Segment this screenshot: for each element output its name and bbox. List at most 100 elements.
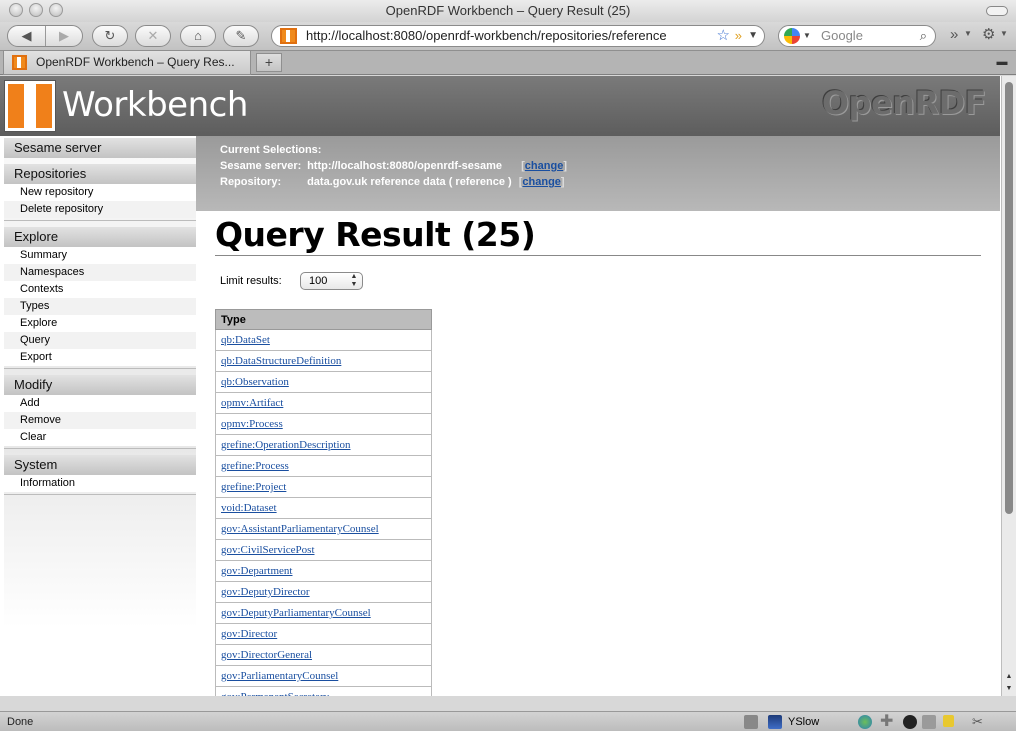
search-box[interactable]: ▼ Google ⌕ — [778, 25, 936, 47]
google-engine-icon[interactable] — [784, 28, 800, 44]
sidebar-item-export[interactable]: Export — [4, 349, 196, 366]
type-link[interactable]: qb:DataStructureDefinition — [221, 355, 341, 367]
sidebar-item-contexts[interactable]: Contexts — [4, 281, 196, 298]
settings-icon[interactable]: ⚙ — [982, 25, 995, 43]
stop-icon[interactable]: ✕ — [135, 25, 171, 47]
type-link[interactable]: gov:Director — [221, 628, 277, 640]
evernote-icon[interactable]: ✎ — [223, 25, 259, 47]
type-link[interactable]: gov:PermanentSecretary — [221, 691, 329, 696]
type-link[interactable]: qb:DataSet — [221, 334, 270, 346]
sidebar-item-new-repository[interactable]: New repository — [4, 184, 196, 201]
window-titlebar: OpenRDF Workbench – Query Result (25) — [0, 0, 1016, 22]
table-row: gov:CivilServicePost — [215, 539, 432, 561]
sidebar-divider — [4, 366, 196, 369]
type-link[interactable]: gov:DeputyParliamentaryCounsel — [221, 607, 371, 619]
sidebar-heading-modify[interactable]: Modify — [4, 375, 196, 395]
scissors-icon[interactable]: ✂ — [972, 712, 983, 731]
sidebar-item-namespaces[interactable]: Namespaces — [4, 264, 196, 281]
sidebar-heading-repositories[interactable]: Repositories — [4, 164, 196, 184]
sidebar-item-query[interactable]: Query — [4, 332, 196, 349]
firebug-icon[interactable] — [903, 715, 917, 729]
workbench-logo-icon[interactable] — [4, 80, 56, 132]
type-link[interactable]: gov:AssistantParliamentaryCounsel — [221, 523, 379, 535]
sidebar-heading-explore[interactable]: Explore — [4, 227, 196, 247]
sidebar-item-add[interactable]: Add — [4, 395, 196, 412]
address-bar[interactable]: http://localhost:8080/openrdf-workbench/… — [271, 25, 765, 47]
sidebar-item-remove[interactable]: Remove — [4, 412, 196, 429]
table-cell: opmv:Artifact — [215, 392, 432, 414]
globe-icon[interactable] — [858, 715, 872, 729]
table-row: grefine:OperationDescription — [215, 434, 432, 456]
forward-icon[interactable]: ▶ — [46, 26, 82, 46]
type-link[interactable]: gov:DirectorGeneral — [221, 649, 312, 661]
close-window-button[interactable] — [9, 3, 23, 17]
tab-label: OpenRDF Workbench – Query Res... — [36, 55, 235, 69]
type-link[interactable]: gov:CivilServicePost — [221, 544, 315, 556]
table-cell: grefine:OperationDescription — [215, 434, 432, 456]
type-link[interactable]: opmv:Process — [221, 418, 283, 430]
overflow-dropdown-icon[interactable]: ▼ — [964, 29, 972, 38]
settings-dropdown-icon[interactable]: ▼ — [1000, 29, 1008, 38]
sidebar-heading-sesame-server[interactable]: Sesame server — [4, 138, 196, 158]
type-link[interactable]: gov:DeputyDirector — [221, 586, 310, 598]
window-stack-icon[interactable] — [922, 715, 936, 729]
repository-value: data.gov.uk reference data ( reference ) — [307, 176, 512, 188]
sidebar-item-clear[interactable]: Clear — [4, 429, 196, 446]
chevron-down-icon[interactable]: ▼ — [803, 26, 811, 46]
type-link[interactable]: void:Dataset — [221, 502, 277, 514]
overflow-icon[interactable]: » — [950, 26, 958, 43]
zoom-window-button[interactable] — [49, 3, 63, 17]
sidebar-item-delete-repository[interactable]: Delete repository — [4, 201, 196, 218]
type-link[interactable]: gov:Department — [221, 565, 292, 577]
scrollbar-thumb[interactable] — [1005, 82, 1013, 514]
type-link[interactable]: opmv:Artifact — [221, 397, 283, 409]
sidebar-item-explore[interactable]: Explore — [4, 315, 196, 332]
reload-icon[interactable]: ↻ — [92, 25, 128, 47]
type-link[interactable]: gov:ParliamentaryCounsel — [221, 670, 338, 682]
table-cell: gov:Director — [215, 623, 432, 645]
plus-icon[interactable]: ✚ — [880, 712, 893, 731]
status-text: Done — [7, 716, 34, 728]
tab-list-icon[interactable]: ▬ — [992, 54, 1012, 71]
sidebar-heading-system[interactable]: System — [4, 455, 196, 475]
limit-results-value: 100 — [309, 275, 328, 287]
logo-text[interactable]: Workbench — [62, 85, 248, 125]
addon-icon[interactable] — [744, 715, 758, 729]
table-cell: gov:DeputyDirector — [215, 581, 432, 603]
column-header-type[interactable]: Type — [215, 309, 432, 330]
url-text[interactable]: http://localhost:8080/openrdf-workbench/… — [306, 26, 696, 46]
limit-results-select[interactable]: 100 ▲ ▼ — [300, 272, 363, 290]
page-scrollbar[interactable]: ▲ ▼ — [1001, 76, 1016, 696]
sidebar-item-information[interactable]: Information — [4, 475, 196, 492]
rss-icon[interactable]: » — [735, 26, 742, 46]
type-link[interactable]: grefine:OperationDescription — [221, 439, 351, 451]
home-icon[interactable]: ⌂ — [180, 25, 216, 47]
table-row: void:Dataset — [215, 497, 432, 519]
p-badge-icon[interactable] — [943, 715, 954, 727]
page-viewport: Workbench OpenRDF Sesame server Reposito… — [0, 76, 1016, 696]
search-icon[interactable]: ⌕ — [920, 26, 927, 46]
scroll-up-icon[interactable]: ▲ — [1003, 673, 1015, 680]
sidebar-item-summary[interactable]: Summary — [4, 247, 196, 264]
table-cell: gov:PermanentSecretary — [215, 686, 432, 696]
change-server-link[interactable]: change — [525, 160, 564, 172]
search-input[interactable]: Google — [821, 26, 863, 46]
type-link[interactable]: qb:Observation — [221, 376, 289, 388]
change-repository-link[interactable]: change — [522, 176, 561, 188]
table-row: grefine:Project — [215, 476, 432, 498]
minimize-window-button[interactable] — [29, 3, 43, 17]
yslow-icon[interactable] — [768, 715, 782, 729]
url-dropdown-icon[interactable]: ▼ — [748, 26, 758, 46]
server-label: Sesame server: — [220, 160, 302, 172]
yslow-label[interactable]: YSlow — [788, 712, 819, 731]
back-icon[interactable]: ◀ — [8, 26, 46, 46]
new-tab-button[interactable]: + — [256, 53, 282, 72]
bookmark-star-icon[interactable]: ☆ — [717, 26, 730, 46]
toolbar-toggle-button[interactable] — [986, 6, 1008, 16]
page-title: Query Result (25) — [215, 215, 981, 256]
sidebar-item-types[interactable]: Types — [4, 298, 196, 315]
scroll-down-icon[interactable]: ▼ — [1003, 685, 1015, 692]
type-link[interactable]: grefine:Project — [221, 481, 286, 493]
tab-active[interactable]: OpenRDF Workbench – Query Res... — [3, 51, 251, 75]
type-link[interactable]: grefine:Process — [221, 460, 289, 472]
